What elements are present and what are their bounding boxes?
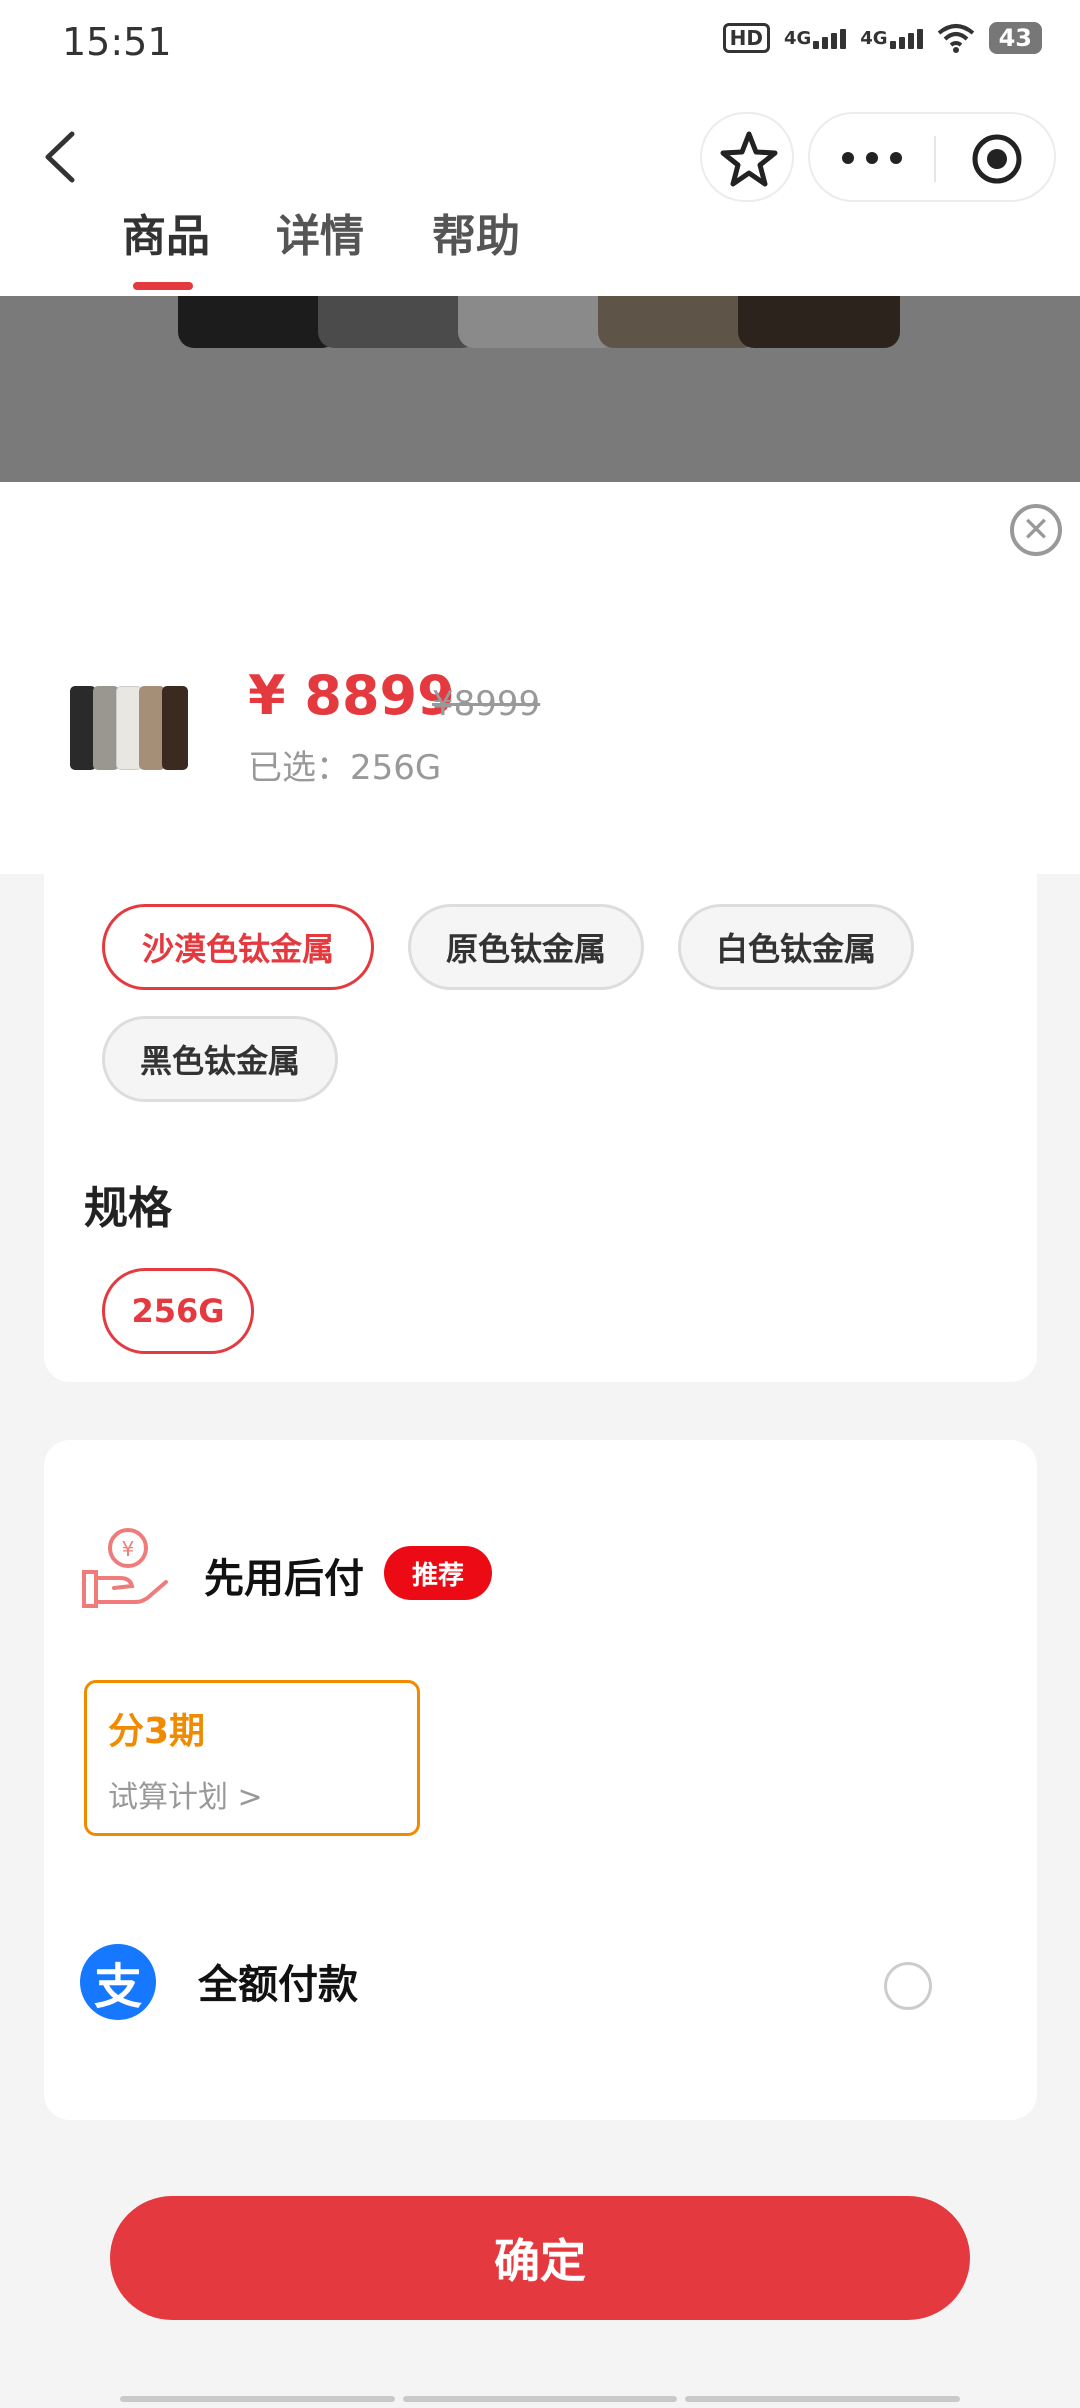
bnpl-title: 先用后付 [204,1556,364,1602]
star-icon [720,131,778,187]
product-image-phone [458,296,618,348]
selected-summary: 已选：256G [248,748,442,788]
network-4g-1: 4G [784,28,847,49]
product-thumbnail [70,682,188,774]
alipay-icon: 支 [80,1944,156,2020]
original-price: ¥8999 [432,684,541,724]
spec-option-256g[interactable]: 256G [102,1268,254,1354]
color-option-black[interactable]: 黑色钛金属 [102,1016,338,1102]
sku-sheet-header [0,482,1080,874]
product-image-phone [738,296,900,348]
network-4g-2: 4G [860,28,923,49]
product-image-phone [318,296,478,348]
back-arrow-icon[interactable] [40,130,80,184]
close-miniprogram-icon[interactable] [970,132,1024,186]
battery-icon: 43 [988,22,1042,54]
hd-icon: HD [722,23,770,53]
product-image-phone [178,296,338,348]
color-option-desert[interactable]: 沙漠色钛金属 [102,904,374,990]
close-icon[interactable]: ✕ [1010,504,1062,556]
signal-icon [813,28,847,49]
status-time: 15:51 [62,20,172,64]
product-image-phone [598,296,758,348]
color-option-white[interactable]: 白色钛金属 [678,904,914,990]
favorite-button[interactable] [700,112,794,202]
full-payment-label: 全额付款 [198,1962,358,2008]
recommend-badge: 推荐 [384,1546,492,1600]
tab-help[interactable]: 帮助 [432,200,520,264]
mini-program-capsule [808,112,1056,202]
spec-label: 规格 [84,1183,172,1234]
status-icons: HD 4G 4G 43 [722,22,1042,54]
hand-coin-icon: ¥ [82,1528,168,1608]
trial-calculation-link[interactable]: 试算计划 > [108,1772,263,1816]
system-nav-bar [120,2396,961,2402]
color-option-natural[interactable]: 原色钛金属 [408,904,644,990]
active-tab-indicator [133,282,193,290]
more-icon[interactable] [840,148,904,168]
tab-details[interactable]: 详情 [276,200,364,264]
current-price: ¥ 8899 [248,664,455,727]
full-payment-radio[interactable] [884,1962,932,2010]
tab-product[interactable]: 商品 [122,200,210,264]
wifi-icon [937,24,974,53]
svg-text:¥: ¥ [122,1537,135,1561]
installment-title: 分3期 [108,1711,206,1752]
confirm-button[interactable]: 确定 [110,2196,970,2320]
signal-icon [889,28,923,49]
